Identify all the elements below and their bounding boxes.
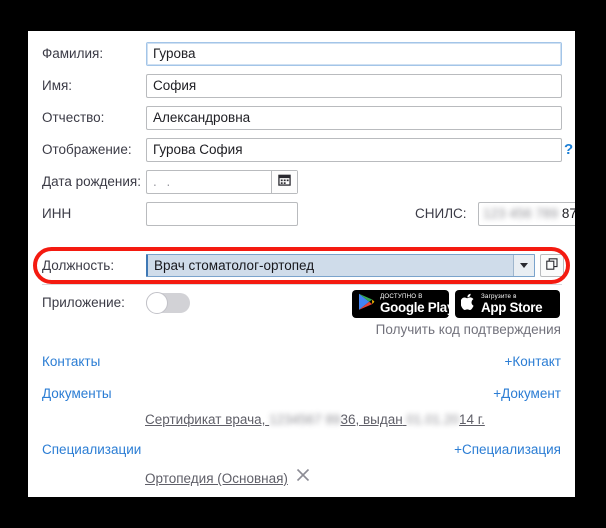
position-select[interactable]: Врач стоматолог-ортопед [146, 254, 535, 277]
document-blur-1: 1234567 89 [269, 412, 341, 427]
add-contact-button[interactable]: +Контакт [505, 354, 562, 369]
birthdate-label: Дата рождения: [42, 174, 141, 189]
document-suffix: 14 г. [459, 412, 485, 427]
document-prefix: Сертификат врача, [145, 412, 266, 427]
firstname-label: Имя: [42, 78, 73, 93]
chevron-down-icon[interactable] [513, 255, 534, 276]
section-title-specializations[interactable]: Специализации [42, 442, 141, 457]
specialization-item[interactable]: Ортопедия (Основная) [145, 471, 288, 486]
birthdate-field-wrap: . . [146, 170, 298, 194]
section-title-documents[interactable]: Документы [42, 386, 112, 401]
birthdate-input[interactable]: . . [147, 171, 271, 193]
display-label: Отображение: [42, 142, 132, 157]
form-row-middlename: Отчество: Александровна [28, 103, 575, 133]
employee-form-card: Фамилия: Гурова Имя: София Отчество: Але… [28, 31, 575, 497]
middlename-label: Отчество: [42, 110, 105, 125]
copy-icon [546, 257, 558, 275]
form-row-firstname: Имя: София [28, 71, 575, 101]
section-title-contacts[interactable]: Контакты [42, 354, 100, 369]
snils-label: СНИЛС: [415, 206, 467, 221]
google-play-badge[interactable]: ДОСТУПНО В Google Play [352, 290, 454, 318]
app-toggle[interactable] [146, 292, 190, 314]
firstname-input[interactable]: София [146, 74, 562, 98]
middlename-input[interactable]: Александровна [146, 106, 562, 130]
form-row-display: Отображение: Гурова София ? [28, 135, 575, 165]
document-blur-2: 01.01.20 [406, 412, 460, 427]
google-play-icon [358, 293, 375, 316]
app-store-badge[interactable]: Загрузите в App Store [455, 290, 560, 318]
calendar-icon [278, 173, 291, 191]
form-row-lastname: Фамилия: Гурова [28, 39, 575, 69]
add-specialization-button[interactable]: +Специализация [454, 442, 561, 457]
position-label: Должность: [42, 258, 115, 273]
inn-input[interactable] [146, 202, 298, 226]
display-input[interactable]: Гурова София [146, 138, 562, 162]
google-play-text: ДОСТУПНО В Google Play [380, 292, 455, 315]
app-store-text: Загрузите в App Store [481, 292, 543, 315]
lastname-input[interactable]: Гурова [146, 42, 562, 66]
calendar-button[interactable] [271, 171, 297, 193]
form-row-position: Должность: Врач стоматолог-ортопед [28, 251, 575, 280]
app-store-top-label: Загрузите в [481, 292, 517, 300]
inn-label: ИНН [42, 206, 72, 221]
apple-icon [460, 293, 476, 316]
google-play-top-label: ДОСТУПНО В [380, 292, 423, 300]
position-copy-button[interactable] [540, 254, 564, 277]
app-toggle-knob [146, 292, 168, 314]
snils-visible-part: 87 [561, 206, 575, 221]
document-item[interactable]: Сертификат врача, 1234567 8936, выдан 01… [145, 412, 485, 427]
display-help-icon[interactable]: ? [564, 135, 573, 165]
add-document-button[interactable]: +Документ [493, 386, 561, 401]
snils-blurred-part: 123 456 789 [483, 206, 559, 221]
form-row-inn-snils: ИНН СНИЛС: 123 456 789 87 [28, 199, 575, 229]
app-label: Приложение: [42, 295, 125, 310]
form-row-birthdate: Дата рождения: . . [28, 167, 575, 197]
document-mid: 36, выдан [340, 412, 403, 427]
position-select-value: Врач стоматолог-ортопед [154, 258, 315, 273]
google-play-main-label: Google Play [380, 299, 455, 315]
screenshot-root: Фамилия: Гурова Имя: София Отчество: Але… [0, 0, 606, 528]
app-store-main-label: App Store [481, 299, 543, 315]
get-confirmation-code-link[interactable]: Получить код подтверждения [376, 322, 561, 337]
snils-input[interactable]: 123 456 789 87 [478, 202, 575, 226]
form-row-app: Приложение: ДОСТУПНО В Google Play Загру… [28, 286, 575, 320]
section-divider [42, 284, 562, 285]
lastname-label: Фамилия: [42, 46, 104, 61]
close-icon[interactable] [296, 468, 310, 486]
